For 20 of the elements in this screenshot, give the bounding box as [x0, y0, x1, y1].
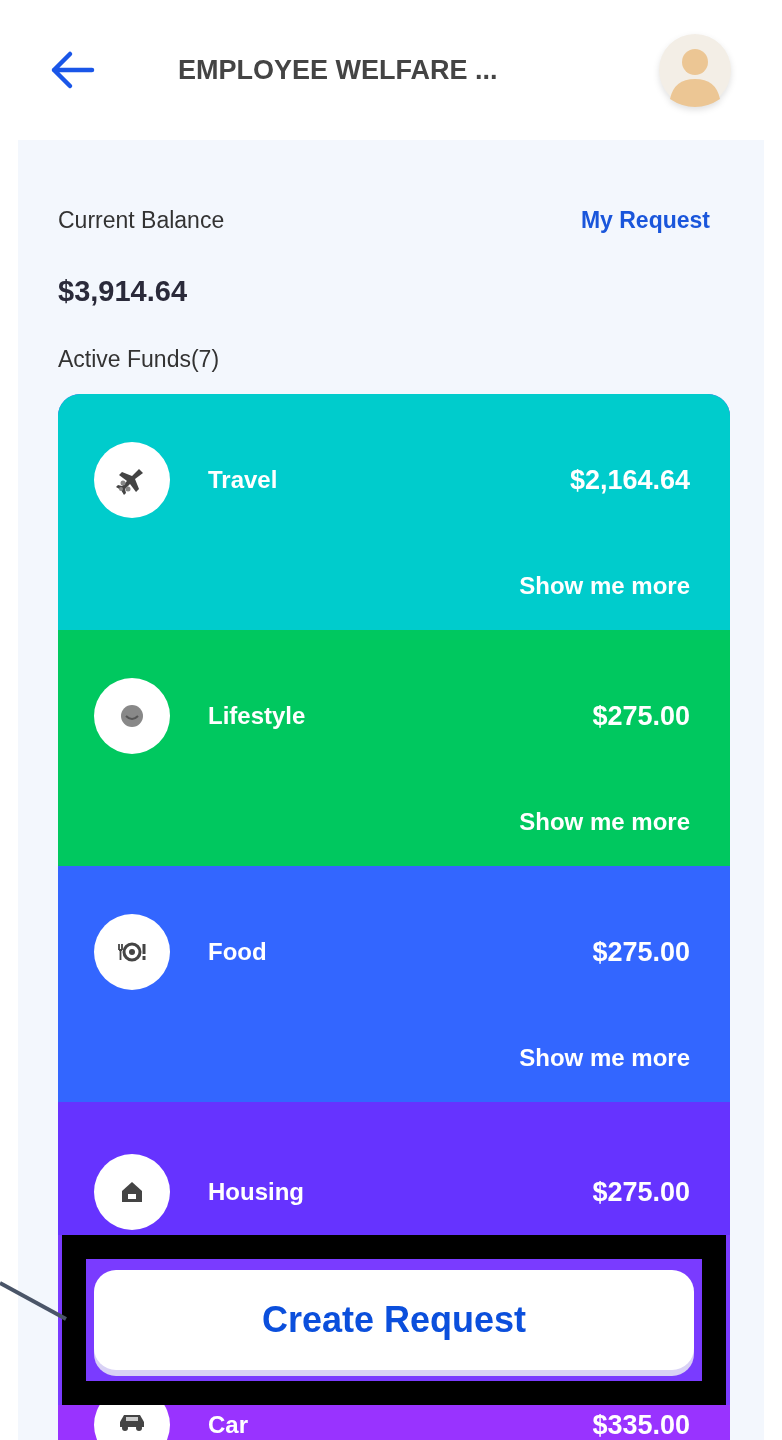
fund-amount: $335.00: [592, 1409, 690, 1440]
balance-amount: $3,914.64: [58, 274, 188, 309]
leader-line: [0, 1280, 68, 1322]
fund-amount: $275.00: [592, 935, 690, 969]
show-more-link[interactable]: Show me more: [519, 1040, 690, 1076]
fund-card[interactable]: Car $335.00: [58, 1405, 730, 1440]
my-request-link[interactable]: My Request: [580, 202, 710, 238]
fund-name: Housing: [208, 1177, 305, 1207]
fund-name: Car: [208, 1410, 250, 1440]
fund-card[interactable]: Housing $275.00: [58, 1102, 730, 1235]
balance-label: Current Balance: [58, 205, 225, 235]
page-title: EMPLOYEE WELFARE ...: [178, 53, 499, 87]
fund-name: Lifestyle: [208, 701, 307, 731]
fund-amount: $275.00: [592, 699, 690, 733]
fund-card[interactable]: Food $275.00 Show me more: [58, 866, 730, 1102]
fund-amount: $2,164.64: [569, 463, 690, 497]
funds-heading: Active Funds(7): [58, 344, 221, 374]
fund-amount: $275.00: [592, 1175, 690, 1209]
fund-name: Travel: [208, 465, 279, 495]
fund-name: Food: [208, 937, 268, 967]
